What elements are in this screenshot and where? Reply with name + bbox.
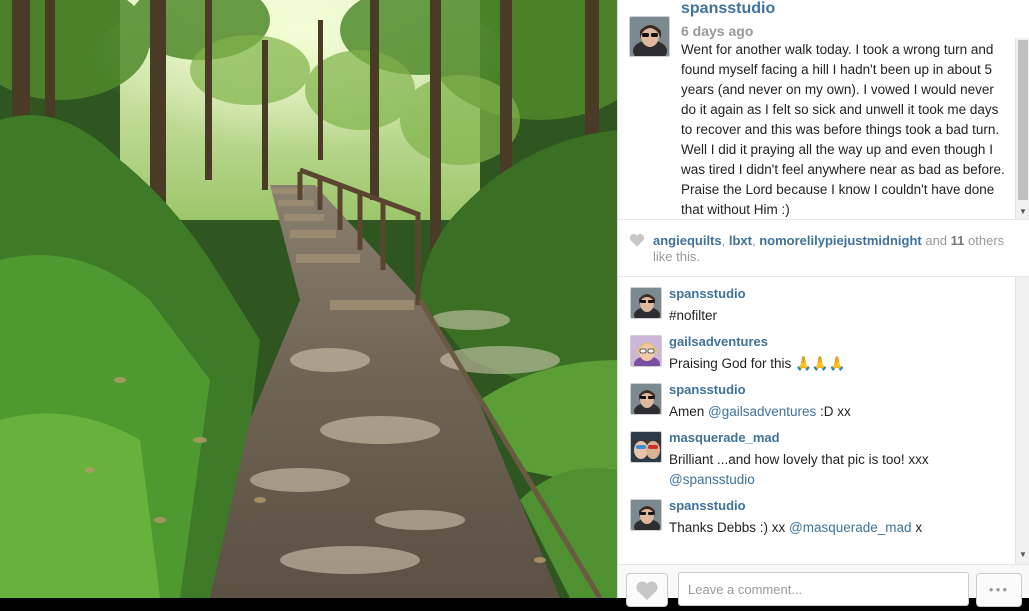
comments-scrollbar[interactable]: ▼ <box>1015 277 1029 564</box>
author-username[interactable]: spansstudio <box>681 0 775 18</box>
comments-list[interactable]: spansstudio #nofilter gailsadventures Pr… <box>618 277 1029 564</box>
comment-suffix: x <box>911 520 923 535</box>
comment-text: Amen @gailsadventures :D xx <box>669 402 999 422</box>
more-options-icon: ●●● <box>988 585 1010 594</box>
comment-body: Amen <box>669 404 709 419</box>
comment-body: #nofilter <box>669 308 718 323</box>
comment-username[interactable]: spansstudio <box>669 382 746 397</box>
post-photo[interactable] <box>0 0 617 598</box>
commenter-avatar[interactable] <box>630 499 662 531</box>
comment-body: Praising God for this 🙏🙏🙏 <box>669 356 846 371</box>
scroll-down-arrow-icon[interactable]: ▼ <box>1016 548 1029 562</box>
liker-username[interactable]: nomorelilypiejustmidnight <box>759 233 922 248</box>
comment-item: masquerade_mad Brilliant ...and how love… <box>618 421 1013 489</box>
like-button[interactable] <box>626 573 668 607</box>
heart-icon <box>636 581 658 600</box>
comment-mention[interactable]: @masquerade_mad <box>789 520 912 535</box>
woodland-path-photo <box>0 0 617 598</box>
comment-body: Thanks Debbs :) xx <box>669 520 790 535</box>
post-details-panel: spansstudio 6 days ago Went for another … <box>617 0 1029 607</box>
scroll-down-arrow-icon[interactable]: ▼ <box>1016 205 1029 219</box>
comment-item: gailsadventures Praising God for this 🙏🙏… <box>618 325 1013 373</box>
comment-text: #nofilter <box>669 306 999 326</box>
comment-username[interactable]: masquerade_mad <box>669 430 780 445</box>
comment-item: spansstudio Amen @gailsadventures :D xx <box>618 373 1013 421</box>
likes-summary: angiequilts, lbxt, nomorelilypiejustmidn… <box>618 220 1029 277</box>
comment-input[interactable] <box>678 572 969 606</box>
commenter-avatar[interactable] <box>630 383 662 415</box>
comment-item: spansstudio #nofilter <box>618 277 1013 325</box>
comment-text: Thanks Debbs :) xx @masquerade_mad x <box>669 518 999 538</box>
post-caption: Went for another walk today. I took a wr… <box>681 42 1005 217</box>
post-timestamp[interactable]: 6 days ago <box>681 23 753 39</box>
commenter-avatar[interactable] <box>630 287 662 319</box>
comment-suffix: :D xx <box>816 404 851 419</box>
likes-text: angiequilts, lbxt, nomorelilypiejustmidn… <box>653 233 1018 265</box>
comment-mention[interactable]: @spansstudio <box>669 472 755 487</box>
comment-mention[interactable]: @gailsadventures <box>708 404 816 419</box>
likes-and: and <box>921 233 951 248</box>
heart-icon <box>629 233 645 247</box>
caption-scrollbar[interactable]: ▼ <box>1015 38 1029 219</box>
likes-separator: , <box>721 233 729 248</box>
more-options-button[interactable]: ●●● <box>976 573 1022 607</box>
comment-text: Brilliant ...and how lovely that pic is … <box>669 450 999 490</box>
commenter-avatar[interactable] <box>630 335 662 367</box>
liker-username[interactable]: angiequilts <box>653 233 722 248</box>
commenter-avatar[interactable] <box>630 431 662 463</box>
comment-text: Praising God for this 🙏🙏🙏 <box>669 354 999 374</box>
comment-item: spansstudio Thanks Debbs :) xx @masquera… <box>618 489 1013 537</box>
comment-bar: ●●● <box>618 564 1029 607</box>
liker-username[interactable]: lbxt <box>729 233 752 248</box>
comment-username[interactable]: gailsadventures <box>669 334 768 349</box>
caption-section: spansstudio 6 days ago Went for another … <box>618 0 1029 220</box>
comment-username[interactable]: spansstudio <box>669 498 746 513</box>
comment-body: Brilliant ...and how lovely that pic is … <box>669 452 929 467</box>
caption-scrollbar-thumb[interactable] <box>1018 40 1028 200</box>
author-avatar[interactable] <box>629 16 670 57</box>
likes-others-count[interactable]: 11 <box>951 233 965 248</box>
comment-username[interactable]: spansstudio <box>669 286 746 301</box>
